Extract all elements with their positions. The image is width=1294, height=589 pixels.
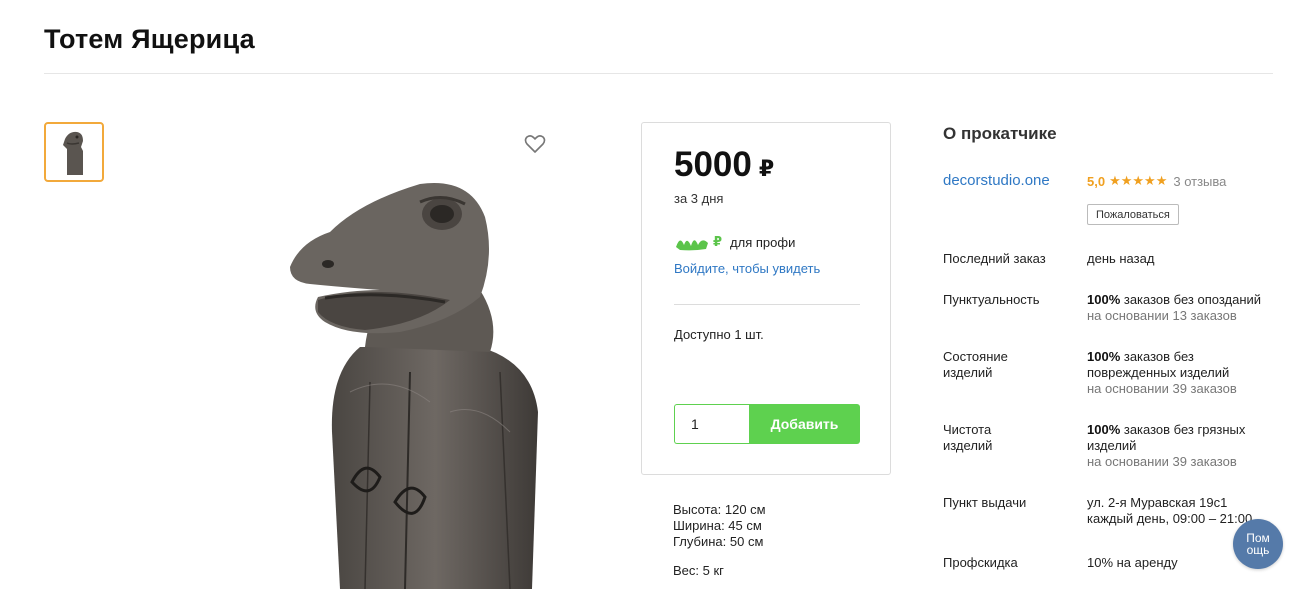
rating-stars-icon: ★★★★★ [1109,173,1168,188]
title-divider [44,73,1273,74]
help-button[interactable]: Пом ощь [1233,519,1283,569]
availability-text: Доступно 1 шт. [674,327,764,342]
dimensions: Высота: 120 см Ширина: 45 см Глубина: 50… [673,502,766,550]
price-currency: ₽ [758,156,775,181]
info-label: Последний заказ [943,251,1046,266]
seller-name-link[interactable]: decorstudio.one [943,172,1050,189]
hidden-price-blur-icon [676,240,708,251]
spec-depth: Глубина: 50 см [673,534,764,549]
info-value-percent: 100% [1087,349,1121,364]
help-button-label: Пом ощь [1246,531,1270,557]
price-row: 5000 ₽ [674,145,774,185]
info-value: день назад [1087,251,1287,267]
info-value-sub: на основании 39 заказов [1087,454,1237,469]
rental-period: за 3 дня [674,191,724,206]
price-card: 5000 ₽ за 3 дня ₽ для профи Войдите, что… [641,122,891,475]
info-value-text: заказов без опозданий [1120,292,1262,307]
page-title: Тотем Ящерица [44,24,255,54]
spec-height: Высота: 120 см [673,502,766,517]
info-value: 100% заказов без грязных изделий на осно… [1087,422,1273,470]
info-label: Пунктуальность [943,292,1040,307]
info-value-text: 10% на аренду [1087,555,1178,570]
info-value-percent: 100% [1087,292,1121,307]
info-label: Пункт выдачи [943,495,1027,510]
reviews-link[interactable]: 3 отзыва [1173,174,1226,189]
seller-rating: 5,0 ★★★★★ 3 отзыва [1087,173,1226,189]
info-label: Чистота изделий [943,422,993,453]
info-value-sub: на основании 39 заказов [1087,381,1237,396]
info-label: Состояние изделий [943,349,1008,380]
spec-weight: Вес: 5 кг [673,563,724,578]
card-divider [674,304,860,305]
rating-value: 5,0 [1087,173,1106,189]
gallery-thumbnail[interactable] [44,122,104,182]
info-value: 100% заказов без опозданий на основании … [1087,292,1287,324]
info-value-percent: 100% [1087,422,1121,437]
info-value-sub: на основании 13 заказов [1087,308,1237,323]
pro-price-currency: ₽ [713,234,723,249]
product-image [290,182,538,589]
price-value: 5000 [674,145,752,184]
login-to-see-link[interactable]: Войдите, чтобы увидеть [674,261,820,276]
info-value-text: ул. 2-я Муравская 19с1 [1087,495,1228,510]
quantity-input[interactable] [674,404,750,444]
pro-price-label: для профи [730,234,796,250]
complain-button[interactable]: Пожаловаться [1087,204,1179,225]
add-button[interactable]: Добавить [749,404,860,444]
seller-section-title: О прокатчике [943,124,1057,143]
lizard-totem-thumbnail-icon [63,131,83,175]
info-label: Профскидка [943,555,1018,570]
heart-icon [524,135,546,153]
favorite-button[interactable] [523,132,547,156]
info-value: 100% заказов без поврежденных изделий на… [1087,349,1273,397]
pro-price-row: ₽ для профи [674,233,795,251]
spec-width: Ширина: 45 см [673,518,762,533]
info-value-text: день назад [1087,251,1155,266]
